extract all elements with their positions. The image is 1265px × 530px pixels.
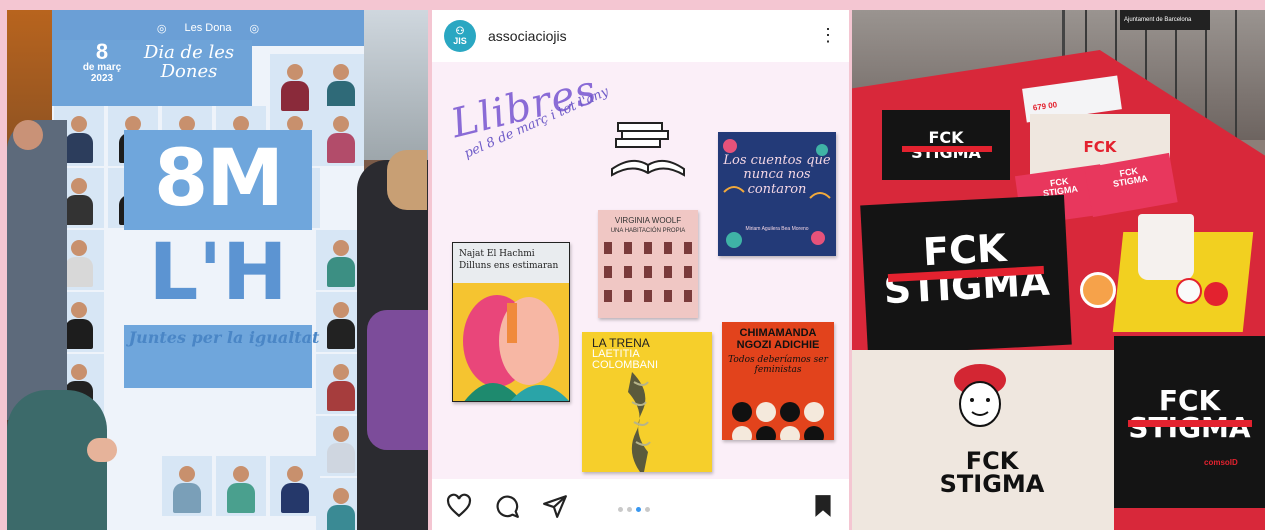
- carousel-dot: [618, 507, 623, 512]
- book-author: Najat El Hachmi: [459, 249, 535, 259]
- sign-label: Ajuntament de Barcelona: [1120, 10, 1210, 30]
- book-title: Los cuentos que nunca nos contaron: [723, 153, 831, 197]
- post-image[interactable]: Llibres pel 8 de març i tot l'any Los cu…: [432, 62, 849, 479]
- big-text-8m: 8M: [154, 134, 284, 224]
- book-author-last: COLOMBANI: [592, 359, 659, 371]
- send-icon[interactable]: [542, 493, 568, 519]
- bookmark-icon[interactable]: [810, 493, 836, 519]
- bag-text-stigma: STIGMA: [1128, 410, 1251, 444]
- badge-pin: [1176, 278, 1202, 304]
- instagram-post: ⚇ JIS associaciojis ⋮ Llibres pel 8 de m…: [432, 10, 849, 530]
- big-text-lh: L'H: [148, 228, 288, 318]
- person-left-face: [13, 120, 43, 150]
- tote-bag-black-large: FCK STIGMA: [860, 194, 1072, 356]
- portrait-photo: [316, 106, 364, 166]
- carousel-dot: [645, 507, 650, 512]
- hand: [87, 438, 117, 462]
- bag-text-stigma: STIGMA: [939, 469, 1045, 498]
- portrait-photo: [216, 456, 266, 516]
- stigma-mug: [1138, 214, 1194, 280]
- circles-pattern-icon: [732, 402, 824, 440]
- post-header: ⚇ JIS associaciojis ⋮: [432, 10, 849, 62]
- portrait-photo: [316, 54, 364, 114]
- carousel-indicator: [618, 507, 650, 512]
- date-day: 8: [95, 39, 109, 64]
- portrait-photo: [270, 456, 320, 516]
- book-author: Miriam Aguilera Bea Moreno: [745, 226, 809, 232]
- background-tree: [357, 10, 428, 170]
- tote-bag-black-right: FCK STIGMA comsoID: [1114, 336, 1265, 508]
- carousel-dot-active: [636, 507, 641, 512]
- book-cover-trena: LA TRENA LAETITIA COLOMBANI: [582, 332, 712, 472]
- avatar-text: JIS: [453, 35, 467, 46]
- person-left: [7, 120, 67, 420]
- post-actions-bar: [432, 479, 849, 530]
- username-link[interactable]: associaciojis: [488, 28, 567, 44]
- booklet-text-stigma: STIGMA: [1112, 173, 1149, 190]
- bag-red-stripe: [902, 146, 992, 152]
- purple-scarf: [367, 310, 428, 450]
- braid-illustration-icon: [628, 372, 651, 472]
- banner-slogan: Juntes per la igualtat: [128, 328, 320, 347]
- book-cover-adichie: CHIMAMANDA NGOZI ADICHIE Todos deberíamo…: [722, 322, 834, 440]
- banner-title: Dia de les Dones: [143, 42, 235, 82]
- book-author: VIRGINIA WOOLF: [614, 216, 682, 225]
- book-title: Dilluns ens estimaran: [459, 261, 559, 271]
- bag-red-stripe: [1128, 420, 1252, 427]
- book-title: UNA HABITACIÓN PROPIA: [610, 228, 686, 234]
- tote-bag-white-large: FCK STIGMA: [852, 350, 1114, 530]
- photo-merch-table: Ajuntament de Barcelona 679 00 FCK STIGM…: [852, 10, 1265, 530]
- badge-pin: [1204, 282, 1228, 306]
- book-title: Todos deberíamos ser feministas: [728, 355, 828, 376]
- logo-circle-icon: ◎: [249, 22, 260, 35]
- portrait-photo: [162, 456, 212, 516]
- profile-avatar[interactable]: ⚇ JIS: [444, 20, 476, 52]
- tote-bag-black-small: FCK STIGMA: [882, 110, 1010, 180]
- heart-icon[interactable]: [446, 493, 472, 519]
- person-right-hair: [387, 150, 427, 210]
- book-author-first: CHIMAMANDA: [739, 327, 817, 339]
- cupcake: [1080, 272, 1116, 308]
- bag-text-fck: FCK: [1083, 138, 1117, 156]
- carousel-dot: [627, 507, 632, 512]
- portrait-photo: [270, 54, 320, 114]
- book-author-last: NGOZI ADICHIE: [736, 339, 820, 351]
- more-options-icon[interactable]: ⋮: [819, 26, 837, 44]
- book-cover-cuentos: Los cuentos que nunca nos contaron Miria…: [718, 132, 836, 256]
- book-cover-hachmi: Najat El Hachmi Dilluns ens estimaran: [452, 242, 570, 402]
- avatar-people-icon: ⚇: [455, 25, 465, 37]
- book-cover-woolf: VIRGINIA WOOLF UNA HABITACIÓN PROPIA: [598, 210, 698, 318]
- brand-label: comsoID: [1204, 458, 1238, 467]
- books-illustration-icon: [611, 122, 685, 177]
- logo-circle-icon: ◎: [156, 22, 167, 35]
- banner-date: 8 de març 2023: [72, 40, 132, 84]
- photo-women-day-banner: ◎ Les Dona ◎ 8 de març 2023 Dia de les D…: [7, 10, 428, 530]
- windows-pattern-icon: [604, 242, 692, 302]
- faces-illustration-icon: [453, 283, 569, 401]
- comment-icon[interactable]: [494, 493, 520, 519]
- date-year: 2023: [90, 72, 114, 84]
- mascot-illustration-icon: [954, 364, 1006, 427]
- banner-logo-text: Les Dona: [184, 22, 232, 34]
